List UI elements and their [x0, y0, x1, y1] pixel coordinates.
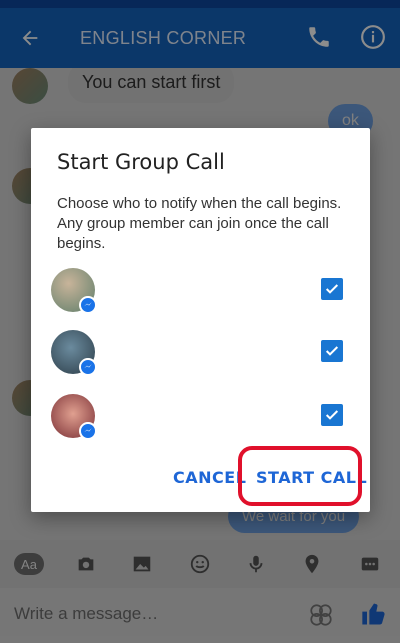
messenger-badge-icon: [79, 358, 97, 376]
messenger-badge-icon: [79, 422, 97, 440]
cancel-button[interactable]: CANCEL: [173, 468, 246, 487]
member-row[interactable]: [51, 330, 351, 380]
member-checkbox[interactable]: [321, 404, 343, 426]
member-checkbox[interactable]: [321, 278, 343, 300]
messenger-badge-icon: [79, 296, 97, 314]
member-row[interactable]: [51, 394, 351, 444]
annotation-highlight-box: [238, 446, 362, 506]
dialog-description: Choose who to notify when the call begin…: [57, 195, 342, 252]
dialog-title: Start Group Call: [57, 150, 225, 174]
member-checkbox[interactable]: [321, 340, 343, 362]
member-row[interactable]: [51, 268, 351, 318]
